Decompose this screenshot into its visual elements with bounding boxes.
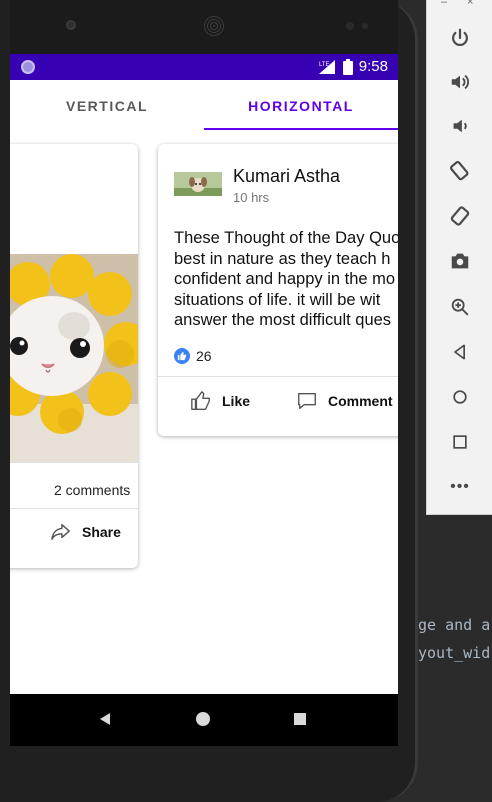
clock: 9:58	[358, 58, 388, 75]
nav-home-button[interactable]	[196, 712, 210, 731]
tab-vertical[interactable]: VERTICAL	[10, 80, 204, 132]
zoom-icon	[451, 298, 469, 316]
proximity-sensor	[346, 22, 354, 30]
home-button[interactable]	[440, 379, 480, 415]
dog-image	[174, 172, 222, 196]
post-image	[10, 254, 138, 462]
minimize-button[interactable]: –	[441, 0, 447, 8]
post-time: 10 hrs	[233, 190, 270, 205]
phone-screen: LTE 9:58 VERTICAL HORIZONTAL 2 comments …	[10, 54, 398, 694]
rotate-right-icon	[450, 206, 470, 226]
status-bar: LTE 9:58	[10, 54, 398, 80]
tab-indicator	[204, 128, 398, 130]
post-text-line: confident and happy in the mo	[174, 270, 396, 288]
battery-icon	[342, 58, 353, 75]
rotate-left-icon	[449, 161, 469, 181]
comment-label: Comment	[328, 393, 393, 409]
more-button[interactable]: •••	[440, 469, 480, 505]
tab-bar: VERTICAL HORIZONTAL	[10, 80, 398, 132]
code-line: ge and a	[418, 616, 491, 634]
overview-button[interactable]	[440, 424, 480, 460]
close-button[interactable]: ×	[467, 0, 473, 8]
earpiece-speaker	[204, 16, 224, 36]
light-sensor	[362, 23, 368, 29]
back-button[interactable]	[440, 334, 480, 370]
post-card[interactable]: 2 comments Share	[10, 144, 138, 568]
volume-up-button[interactable]	[440, 64, 480, 100]
volume-down-button[interactable]	[440, 108, 480, 144]
emulator-toolbar: – × •••	[426, 0, 492, 515]
overview-icon	[453, 435, 467, 449]
home-icon	[453, 390, 467, 404]
post-text-line: answer the most difficult ques	[174, 311, 392, 329]
likes-count: 26	[196, 348, 212, 364]
comments-count[interactable]: 2 comments	[54, 482, 130, 498]
code-line: yout_wid	[418, 644, 491, 662]
thumbs-up-icon	[191, 391, 210, 410]
volume-up-icon	[451, 74, 469, 90]
post-text-line: best in nature as they teach h	[174, 249, 391, 268]
share-icon	[51, 524, 70, 540]
likes-summary[interactable]: 26	[174, 348, 212, 364]
cat-flower-image	[10, 254, 138, 462]
tab-horizontal[interactable]: HORIZONTAL	[204, 80, 398, 132]
author-name[interactable]: Kumari Astha	[233, 166, 340, 187]
status-indicators: LTE 9:58	[317, 58, 388, 75]
post-text-line: situations of life. it will be wit	[174, 290, 381, 309]
post-text-line: These Thought of the Day Quo	[174, 229, 398, 247]
nav-back-button[interactable]	[98, 712, 112, 731]
phone-bezel-top	[10, 0, 398, 54]
card-divider	[10, 508, 138, 509]
like-badge-icon	[174, 348, 190, 364]
window-controls: – ×	[427, 0, 492, 12]
post-card[interactable]: Kumari Astha 10 hrs These Thought of the…	[158, 144, 398, 436]
share-button[interactable]: Share	[50, 522, 121, 542]
like-button[interactable]: Like	[190, 390, 250, 412]
author-avatar[interactable]	[174, 172, 222, 196]
share-label: Share	[82, 524, 121, 540]
comment-button[interactable]: Comment	[296, 390, 393, 412]
network-type: LTE	[319, 62, 330, 68]
card-divider	[158, 376, 398, 377]
back-icon	[454, 344, 465, 360]
front-camera	[66, 20, 76, 30]
rotate-right-button[interactable]	[440, 198, 480, 234]
overview-icon	[294, 713, 306, 725]
rotate-left-button[interactable]	[440, 152, 480, 188]
like-label: Like	[222, 393, 251, 409]
comment-icon	[298, 392, 316, 410]
nav-overview-button[interactable]	[294, 712, 306, 730]
zoom-button[interactable]	[440, 289, 480, 325]
image-bottom-edge	[10, 462, 138, 463]
volume-down-icon	[453, 119, 467, 133]
navigation-bar	[10, 694, 398, 746]
post-text: These Thought of the Day Quo best in nat…	[174, 228, 398, 331]
notification-icon	[21, 60, 35, 74]
power-button[interactable]	[440, 20, 480, 56]
screenshot-button[interactable]	[440, 243, 480, 279]
home-icon	[196, 712, 210, 726]
signal-icon: LTE	[318, 59, 335, 74]
power-icon	[452, 28, 468, 47]
more-icon: •••	[450, 478, 470, 495]
camera-icon	[451, 253, 469, 269]
back-icon	[100, 713, 110, 725]
